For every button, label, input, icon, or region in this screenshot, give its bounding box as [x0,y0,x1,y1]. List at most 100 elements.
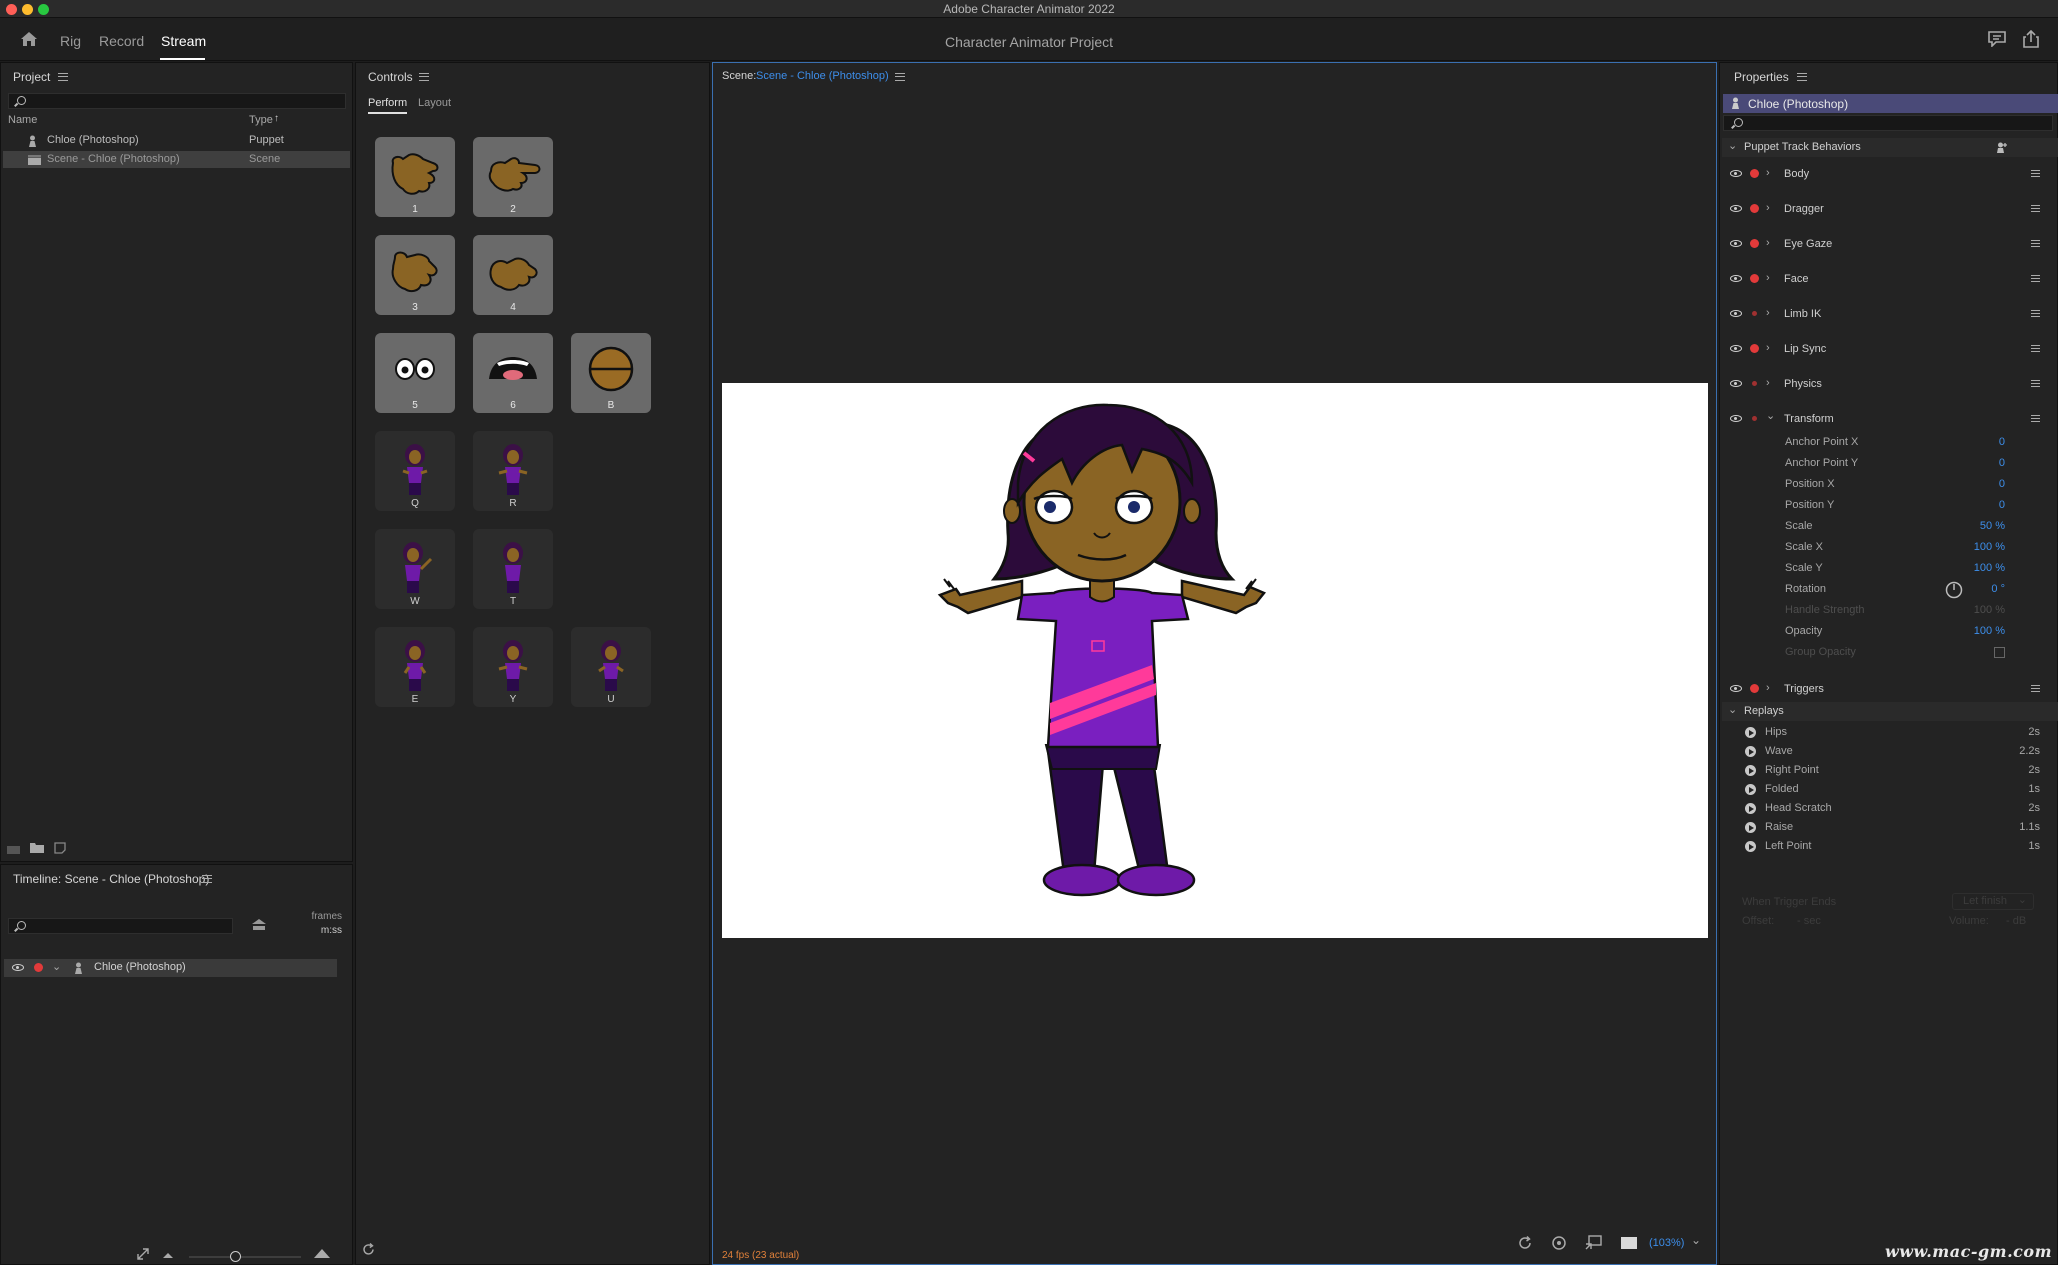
controls-menu-icon[interactable] [419,73,429,81]
param-opacity[interactable]: Opacity 100 % [1785,621,2005,642]
add-behavior-icon[interactable] [1996,142,2008,153]
record-arm-icon[interactable] [1750,344,1759,353]
play-icon[interactable] [1745,746,1756,757]
param-value[interactable]: 50 % [1980,516,2005,537]
behavior-row-dragger[interactable]: › Dragger [1722,195,2058,225]
behavior-row-limb-ik[interactable]: › Limb IK [1722,300,2058,330]
tab-perform[interactable]: Perform [368,97,408,114]
visibility-eye-icon[interactable] [1730,380,1742,387]
record-disarmed-icon[interactable] [1752,416,1757,421]
chevron-right-icon[interactable]: › [1766,307,1770,319]
visibility-eye-icon[interactable] [1730,345,1742,352]
behavior-row-body[interactable]: › Body [1722,160,2058,190]
trigger-tile-pose-u[interactable]: U [571,627,651,707]
trigger-tile-hand-4[interactable]: 4 [473,235,553,315]
chevron-right-icon[interactable]: › [1766,167,1770,179]
behavior-row-eye-gaze[interactable]: › Eye Gaze [1722,230,2058,260]
play-icon[interactable] [1745,803,1756,814]
timeline-search-input[interactable] [8,918,233,934]
chevron-down-icon[interactable]: ⌄ [1691,1233,1701,1247]
behavior-row-physics[interactable]: › Physics [1722,370,2058,400]
behavior-menu-icon[interactable] [2031,170,2040,177]
replay-row-head-scratch[interactable]: Head Scratch 2s [1745,799,2040,818]
zoom-level[interactable]: (103%) [1649,1237,1684,1249]
chevron-right-icon[interactable]: › [1766,682,1770,694]
scene-canvas[interactable] [722,383,1708,938]
timeline-units-time[interactable]: m:ss [321,925,342,936]
param-position-x[interactable]: Position X 0 [1785,474,2005,495]
replay-row-hips[interactable]: Hips 2s [1745,723,2040,742]
puppet-track-behaviors-header[interactable]: ⌄ Puppet Track Behaviors [1722,138,2058,157]
behavior-row-lip-sync[interactable]: › Lip Sync [1722,335,2058,365]
trigger-tile-blink[interactable]: B [571,333,651,413]
play-icon[interactable] [1745,784,1756,795]
trigger-tile-pose-t[interactable]: T [473,529,553,609]
record-disarmed-icon[interactable] [1752,311,1757,316]
group-opacity-checkbox[interactable] [1994,647,2005,658]
behavior-menu-icon[interactable] [2031,685,2040,692]
trigger-tile-mouth[interactable]: 6 [473,333,553,413]
visibility-eye-icon[interactable] [1730,275,1742,282]
chevron-right-icon[interactable]: › [1766,342,1770,354]
project-search-input[interactable] [8,93,346,109]
minimize-window-button[interactable] [22,4,33,15]
behavior-menu-icon[interactable] [2031,310,2040,317]
trigger-tile-pose-e[interactable]: E [375,627,455,707]
new-folder-icon[interactable] [30,842,44,853]
behavior-menu-icon[interactable] [2031,275,2040,282]
new-item-icon[interactable] [54,842,66,854]
play-icon[interactable] [1745,727,1756,738]
behavior-menu-icon[interactable] [2031,345,2040,352]
behavior-row-face[interactable]: › Face [1722,265,2058,295]
visibility-eye-icon[interactable] [12,964,24,971]
properties-search-input[interactable] [1723,115,2053,131]
maximize-window-button[interactable] [38,4,49,15]
replay-row-right-point[interactable]: Right Point 2s [1745,761,2040,780]
properties-menu-icon[interactable] [1797,73,1807,81]
replay-row-folded[interactable]: Folded 1s [1745,780,2040,799]
chevron-right-icon[interactable]: › [1766,237,1770,249]
tab-layout[interactable]: Layout [418,97,451,109]
record-arm-icon[interactable] [1750,204,1759,213]
param-value[interactable]: 100 % [1974,537,2005,558]
rotation-dial-icon[interactable] [1945,581,1963,599]
project-col-name[interactable]: Name [8,114,37,126]
chevron-right-icon[interactable]: › [1766,377,1770,389]
trigger-tile-pose-y[interactable]: Y [473,627,553,707]
param-value[interactable]: 0 [1999,495,2005,516]
param-scale[interactable]: Scale 50 % [1785,516,2005,537]
param-anchor-point-y[interactable]: Anchor Point Y 0 [1785,453,2005,474]
timeline-zoom-handle[interactable] [230,1251,241,1262]
new-scene-icon[interactable] [7,843,20,854]
param-rotation[interactable]: Rotation 0 ° [1785,579,2005,600]
scene-name-link[interactable]: Scene - Chloe (Photoshop) [756,70,889,82]
visibility-eye-icon[interactable] [1730,170,1742,177]
timeline-settings-icon[interactable] [251,918,267,931]
record-arm-icon[interactable] [34,963,43,972]
zoom-out-icon[interactable] [163,1251,173,1258]
project-item-scene[interactable]: Scene - Chloe (Photoshop) Scene [3,151,350,168]
feedback-icon[interactable] [1988,31,2006,47]
trigger-tile-pose-r[interactable]: R [473,431,553,511]
visibility-eye-icon[interactable] [1730,240,1742,247]
stream-output-icon[interactable] [1585,1235,1602,1250]
trigger-tile-hand-2[interactable]: 2 [473,137,553,217]
record-arm-icon[interactable] [1750,239,1759,248]
behavior-menu-icon[interactable] [2031,240,2040,247]
param-value[interactable]: 0 [1999,474,2005,495]
selected-puppet-header[interactable]: Chloe (Photoshop) [1723,94,2058,113]
chevron-down-icon[interactable]: ⌄ [52,960,61,973]
visibility-eye-icon[interactable] [1730,415,1742,422]
background-color-swatch[interactable] [1621,1237,1637,1249]
trigger-tile-pose-w[interactable]: W [375,529,455,609]
close-window-button[interactable] [6,4,17,15]
param-value[interactable]: 100 % [1974,558,2005,579]
refresh-scene-icon[interactable] [1518,1236,1532,1250]
replay-row-left-point[interactable]: Left Point 1s [1745,837,2040,856]
param-scale-x[interactable]: Scale X 100 % [1785,537,2005,558]
behavior-row-triggers[interactable]: › Triggers [1722,675,2058,705]
share-icon[interactable] [2023,30,2039,48]
chevron-right-icon[interactable]: › [1766,202,1770,214]
record-arm-icon[interactable] [1750,684,1759,693]
param-scale-y[interactable]: Scale Y 100 % [1785,558,2005,579]
